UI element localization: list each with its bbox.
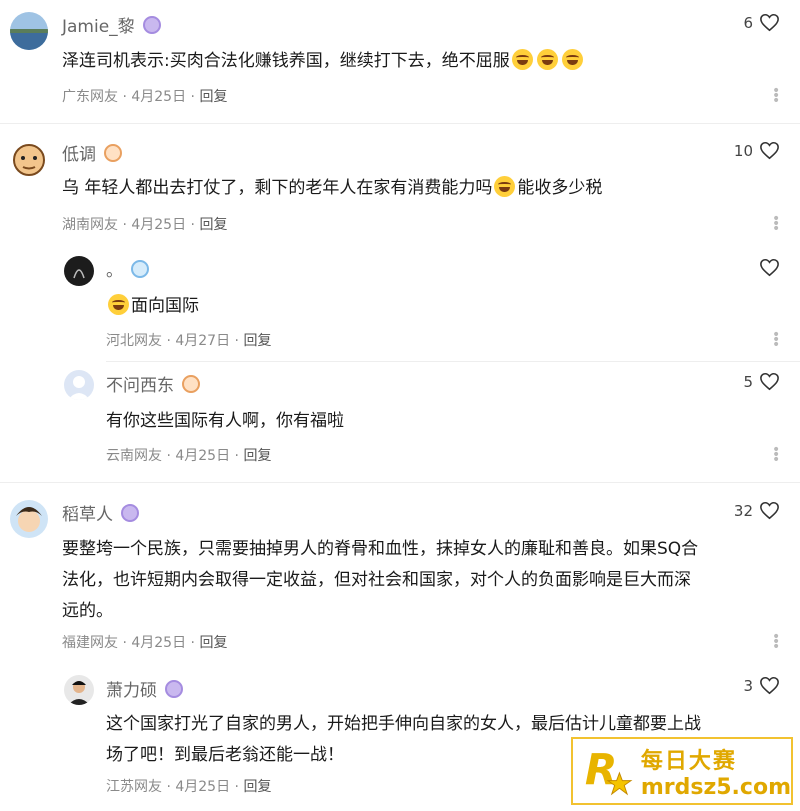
like-count: 32 [733, 501, 753, 520]
avatar[interactable] [64, 675, 94, 705]
heart-icon [760, 258, 779, 277]
level-badge-icon [121, 503, 139, 522]
like-count: 3 [743, 676, 753, 695]
like-count: 10 [733, 141, 753, 160]
more-options-icon[interactable]: • • • [772, 84, 780, 108]
divider [0, 482, 800, 483]
author-name[interactable]: 低调 [62, 140, 122, 165]
like-button[interactable]: 10 [734, 141, 780, 160]
avatar[interactable] [10, 500, 48, 538]
like-button[interactable]: 32 [734, 501, 780, 520]
avatar[interactable] [64, 370, 94, 400]
heart-icon [760, 501, 779, 520]
heart-icon [760, 372, 779, 391]
more-options-icon[interactable]: • • • [772, 443, 780, 467]
more-options-icon[interactable]: • • • [772, 630, 780, 654]
comment-text: 乌 年轻人都出去打仗了，剩下的老年人在家有消费能力吗 能收多少税 [62, 176, 603, 198]
comment-meta: 广东网友 · 4月25日 · 回复 [62, 89, 228, 105]
comment-text: 面向国际 [106, 291, 199, 322]
laughing-emoji-icon [494, 176, 516, 197]
star-r-logo-icon: R [585, 745, 633, 796]
laughing-emoji-icon [561, 49, 583, 70]
level-badge-icon [182, 374, 200, 393]
level-badge-icon [131, 259, 149, 278]
comment-text: 有你这些国际有人啊，你有福啦 [106, 411, 344, 431]
reply-button[interactable]: 回复 [243, 333, 271, 349]
level-badge-icon [104, 143, 122, 162]
divider [0, 123, 800, 124]
heart-icon [760, 13, 779, 32]
reply-button[interactable]: 回复 [199, 635, 227, 651]
heart-icon [760, 676, 779, 695]
comment-text: 要整垮一个民族，只需要抽掉男人的脊骨和血性，抹掉女人的廉耻和善良。如果SQ合 法… [62, 539, 699, 621]
svg-text:R: R [585, 745, 618, 794]
author-name[interactable]: 稻草人 [62, 500, 139, 525]
laughing-emoji-icon [536, 49, 558, 70]
laughing-emoji-icon [511, 49, 533, 70]
like-button[interactable]: 6 [743, 13, 780, 32]
comment-meta: 江苏网友 · 4月25日 · 回复 [106, 779, 272, 795]
avatar[interactable] [10, 140, 48, 178]
avatar[interactable] [10, 12, 48, 50]
comment-meta: 河北网友 · 4月27日 · 回复 [106, 333, 272, 349]
like-button[interactable] [759, 258, 780, 277]
more-options-icon[interactable]: • • • [772, 212, 780, 236]
like-button[interactable]: 3 [743, 676, 780, 695]
comment-text: 泽连司机表示:买肉合法化赚钱养国，继续打下去，绝不屈服 [62, 46, 585, 77]
like-count: 5 [743, 372, 753, 391]
reply-button[interactable]: 回复 [243, 448, 271, 464]
divider [106, 361, 800, 362]
like-button[interactable]: 5 [743, 372, 780, 391]
grinning-emoji-icon [108, 294, 129, 315]
comment-meta: 福建网友 · 4月25日 · 回复 [62, 635, 228, 651]
more-options-icon[interactable]: • • • [772, 328, 780, 352]
avatar[interactable] [64, 256, 94, 286]
author-name[interactable]: 不问西东 [106, 371, 200, 396]
level-badge-icon [165, 679, 183, 698]
comment-meta: 云南网友 · 4月25日 · 回复 [106, 448, 272, 464]
comment-meta: 湖南网友 · 4月25日 · 回复 [62, 217, 228, 233]
reply-button[interactable]: 回复 [199, 217, 227, 233]
reply-button[interactable]: 回复 [199, 89, 227, 105]
heart-icon [760, 141, 779, 160]
author-name[interactable]: 。 [106, 256, 149, 281]
reply-button[interactable]: 回复 [243, 779, 271, 795]
author-name[interactable]: 萧力硕 [106, 676, 183, 701]
watermark-text: 每日大赛 mrdsz5.com [640, 748, 791, 800]
level-badge-icon [142, 15, 161, 34]
author-name[interactable]: Jamie_黎 [62, 12, 161, 37]
watermark-logo: R 每日大赛 mrdsz5.com [571, 737, 793, 805]
like-count: 6 [743, 13, 753, 32]
